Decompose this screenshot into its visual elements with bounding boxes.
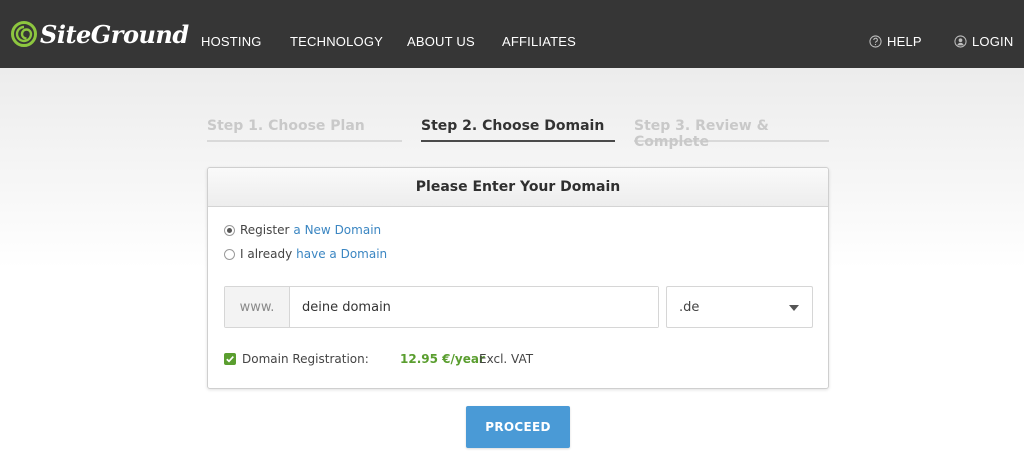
chevron-down-icon <box>789 305 799 311</box>
step-review-complete: Step 3. Review & Complete <box>634 118 829 150</box>
registration-tax-note: Excl. VAT <box>479 352 534 366</box>
option-register-prefix: Register <box>240 223 290 237</box>
registration-checkbox[interactable] <box>224 353 236 365</box>
registration-label: Domain Registration: <box>242 352 369 366</box>
domain-input[interactable] <box>290 287 658 327</box>
brand-name: SiteGround <box>40 19 189 49</box>
tld-select[interactable]: .de <box>666 286 813 328</box>
checkmark-icon <box>226 356 234 363</box>
option-existing-link[interactable]: have a Domain <box>296 247 387 261</box>
option-register-link[interactable]: a New Domain <box>293 223 381 237</box>
card-title: Please Enter Your Domain <box>208 168 828 207</box>
nav-affiliates[interactable]: AFFILIATES <box>502 34 576 49</box>
proceed-button[interactable]: PROCEED <box>466 406 570 448</box>
option-existing-prefix: I already <box>240 247 293 261</box>
radio-existing-domain[interactable] <box>224 248 235 260</box>
question-circle-icon <box>869 35 882 48</box>
siteground-logo[interactable]: SiteGround <box>10 16 189 52</box>
nav-login-label: LOGIN <box>972 34 1014 49</box>
step-choose-plan[interactable]: Step 1. Choose Plan <box>207 118 402 142</box>
top-navigation-bar: SiteGround HOSTING TECHNOLOGY ABOUT US A… <box>0 0 1024 68</box>
siteground-logo-mark <box>11 21 37 47</box>
option-existing-domain[interactable]: I already have a Domain <box>224 247 387 261</box>
nav-hosting[interactable]: HOSTING <box>201 34 262 49</box>
nav-login[interactable]: LOGIN <box>954 34 1013 49</box>
user-icon <box>954 35 967 48</box>
tld-selected-value: .de <box>679 299 700 315</box>
option-register-new-domain[interactable]: Register a New Domain <box>224 223 381 237</box>
domain-input-group: www. <box>224 286 659 328</box>
step-choose-domain: Step 2. Choose Domain <box>421 118 615 142</box>
nav-help-label: HELP <box>887 34 922 49</box>
radio-register-new[interactable] <box>224 224 235 236</box>
www-prefix: www. <box>225 287 290 327</box>
nav-technology[interactable]: TECHNOLOGY <box>290 34 383 49</box>
nav-help[interactable]: HELP <box>869 34 922 49</box>
nav-about-us[interactable]: ABOUT US <box>407 34 475 49</box>
registration-price: 12.95 €/year <box>400 352 485 366</box>
domain-card: Please Enter Your Domain Register a New … <box>207 167 829 389</box>
domain-registration-row: Domain Registration: 12.95 €/year Excl. … <box>224 352 533 366</box>
